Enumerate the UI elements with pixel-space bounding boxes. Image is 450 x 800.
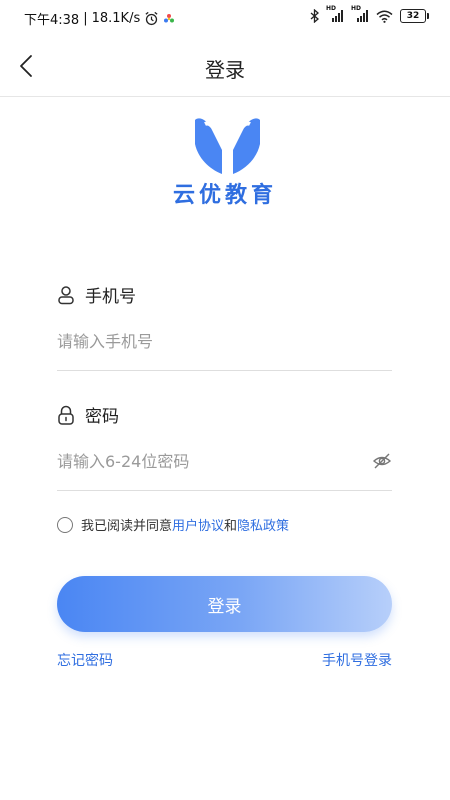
phone-input[interactable]	[57, 321, 392, 361]
agreement-and: 和	[224, 519, 238, 534]
password-visibility-toggle[interactable]	[372, 451, 394, 473]
password-label: 密码	[57, 402, 119, 427]
signal-icon: HD	[326, 5, 344, 23]
app-icon	[164, 13, 175, 22]
phone-login-link[interactable]: 手机号登录	[322, 650, 392, 670]
phone-label: 手机号	[57, 282, 136, 307]
login-button[interactable]: 登录	[57, 576, 392, 632]
nav-bar: 登录	[0, 34, 450, 97]
user-agreement-link[interactable]: 用户协议	[172, 515, 224, 534]
status-right: HD HD 32	[310, 5, 429, 23]
password-label-text: 密码	[85, 407, 119, 427]
password-input[interactable]	[57, 441, 357, 481]
status-bar: 下午4:38 | 18.1K/s HD HD 32	[0, 0, 450, 34]
agree-radio-icon[interactable]	[57, 516, 73, 533]
page-title: 登录	[205, 58, 245, 82]
wifi-icon	[376, 10, 393, 23]
privacy-policy-link[interactable]: 隐私政策	[237, 515, 289, 534]
password-divider	[57, 490, 392, 491]
battery-icon: 32	[400, 9, 429, 23]
status-left: 下午4:38 | 18.1K/s	[24, 9, 175, 28]
eye-closed-icon	[372, 453, 392, 469]
agreement-prefix: 我已阅读并同意	[81, 519, 173, 534]
phone-label-text: 手机号	[85, 287, 136, 307]
forgot-password-link[interactable]: 忘记密码	[57, 650, 113, 670]
lock-icon	[58, 405, 74, 425]
signal-icon: HD	[351, 5, 369, 23]
alarm-icon	[145, 11, 158, 26]
status-separator: |	[83, 11, 88, 26]
phone-divider	[57, 370, 392, 371]
status-time: 下午4:38	[24, 13, 80, 28]
brand-name: 云优教育	[172, 182, 277, 208]
bluetooth-icon	[310, 9, 319, 23]
agreement-row: 我已阅读并同意 用户协议 和 隐私政策	[57, 515, 289, 534]
status-net-speed: 18.1K/s	[91, 11, 141, 26]
user-icon	[58, 285, 74, 304]
